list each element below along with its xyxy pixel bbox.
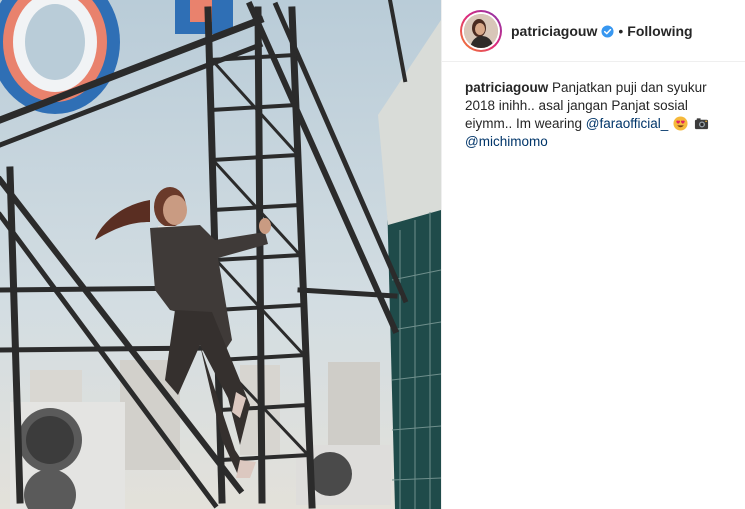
post-photo-illustration — [0, 0, 441, 509]
post-header: patriciagouw • Following — [442, 0, 745, 62]
following-button[interactable]: Following — [627, 23, 692, 39]
avatar-story-ring[interactable] — [460, 10, 502, 52]
ac-unit-left — [10, 402, 125, 509]
heart-eyes-emoji-icon — [673, 116, 688, 131]
mention-link-faraofficial[interactable]: @faraofficial_ — [586, 116, 669, 131]
sign-letter-block — [175, 0, 233, 34]
post-side-panel: patriciagouw • Following patriciagouw Pa… — [441, 0, 745, 509]
separator-dot: • — [618, 23, 624, 39]
verified-badge-icon — [601, 24, 614, 38]
username-link[interactable]: patriciagouw — [511, 23, 597, 39]
caption-username-link[interactable]: patriciagouw — [465, 80, 548, 95]
post-photo[interactable] — [0, 0, 441, 509]
avatar-image — [464, 14, 498, 48]
post-caption: patriciagouw Panjatkan puji dan syukur 2… — [465, 79, 735, 151]
mention-link-michimomo[interactable]: @michimomo — [465, 134, 548, 149]
camera-emoji-icon — [694, 118, 708, 130]
avatar[interactable] — [464, 14, 498, 48]
